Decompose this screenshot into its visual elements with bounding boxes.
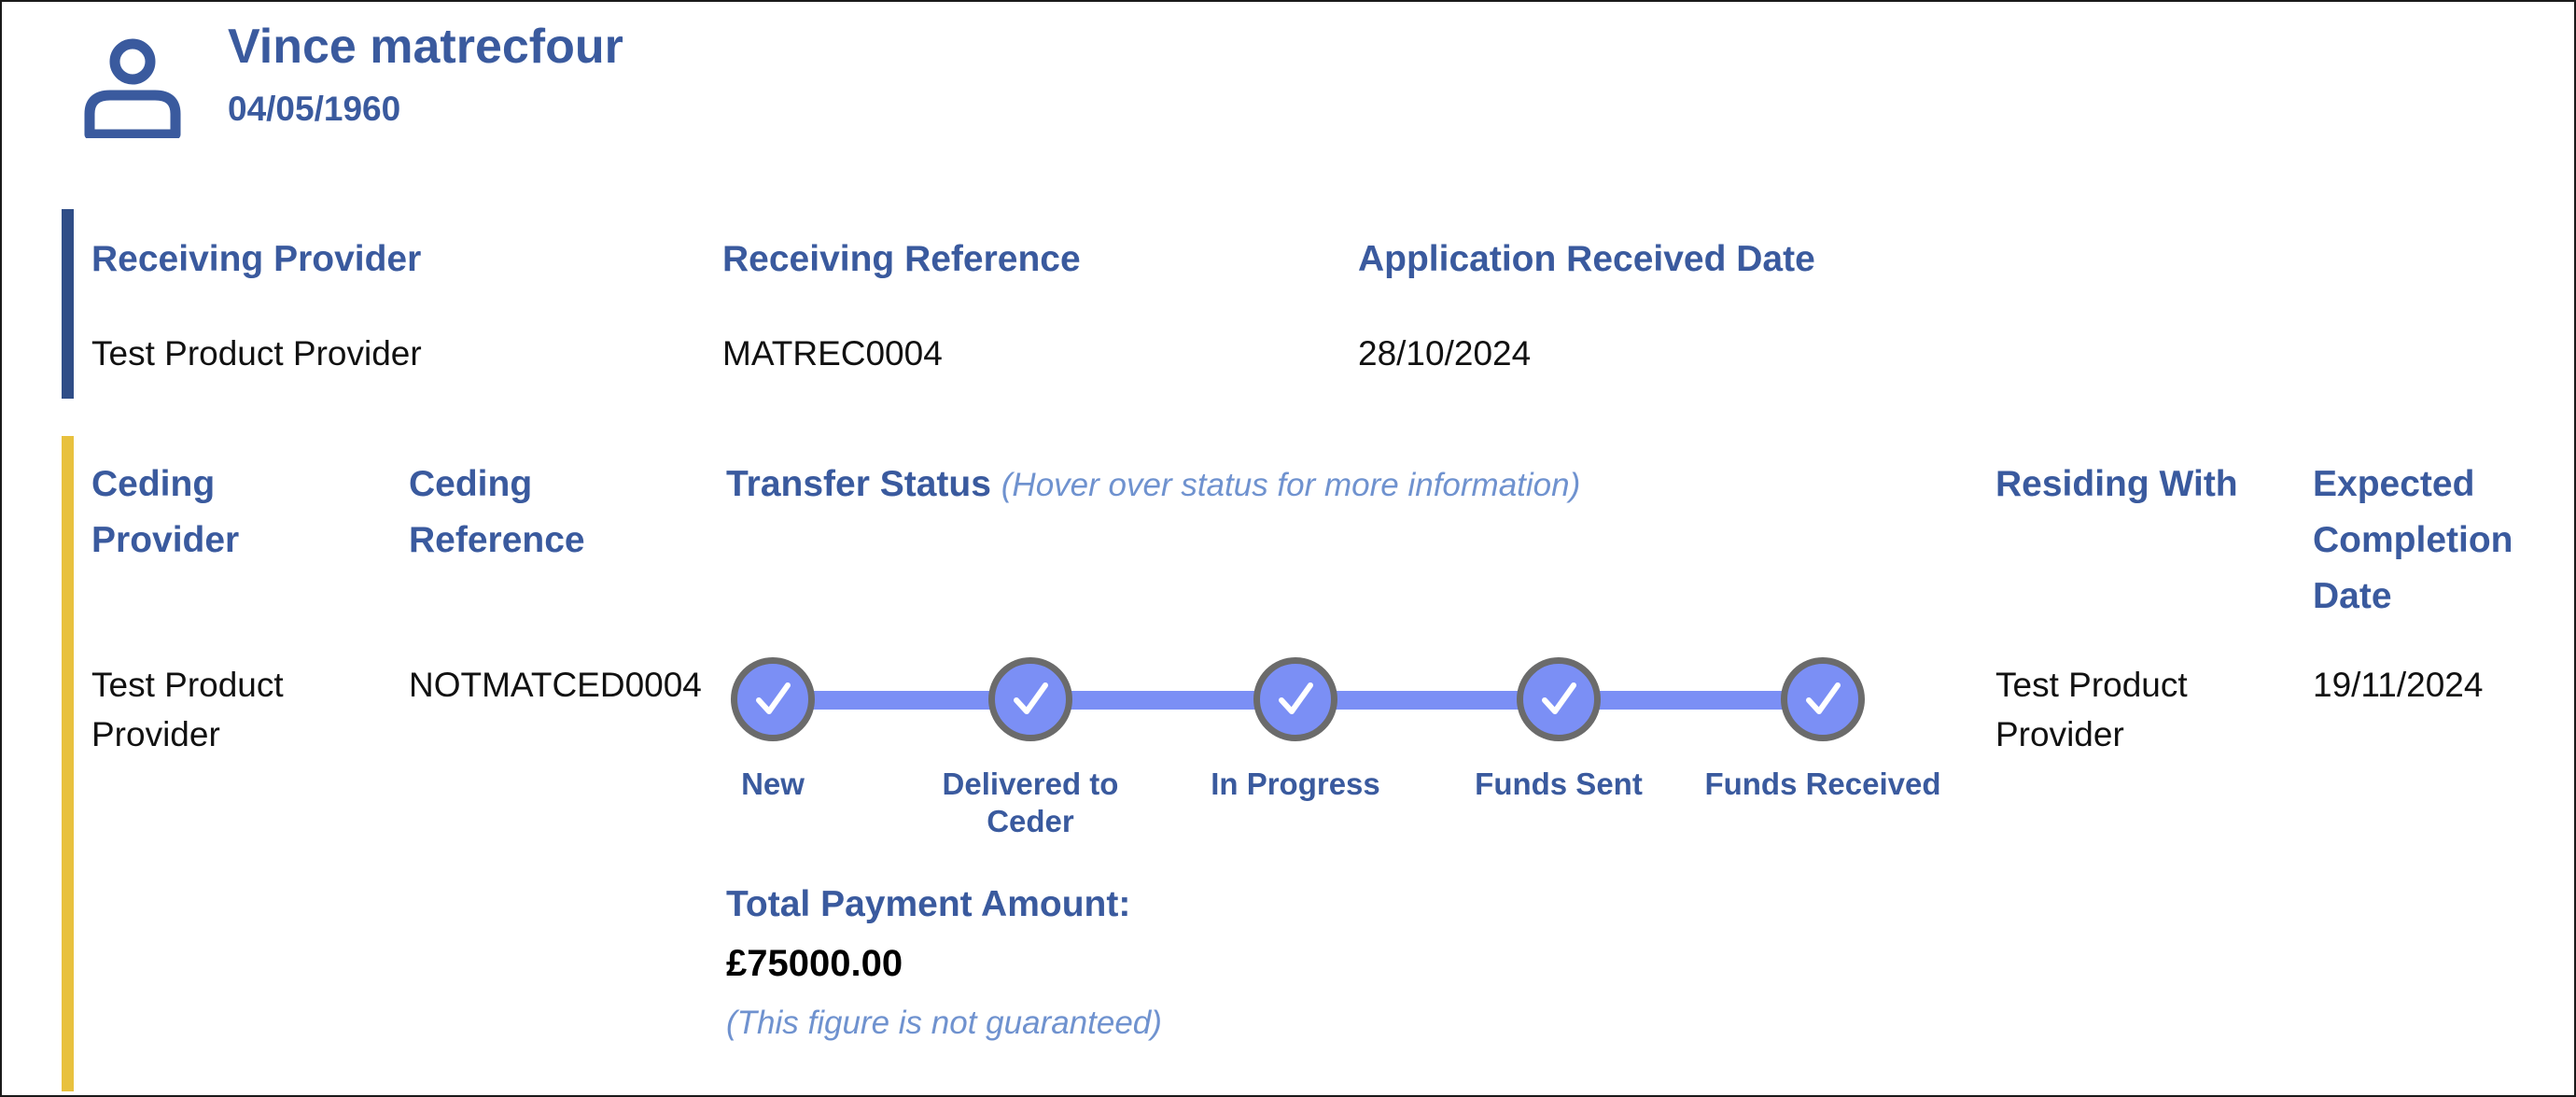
application-received-date-label: Application Received Date (1358, 239, 1815, 279)
status-step-label: Funds Sent (1475, 766, 1643, 801)
status-step-label: In Progress (1211, 766, 1380, 801)
ceding-reference-label: Ceding Reference (409, 464, 585, 560)
residing-with-value: Test Product Provider (1995, 666, 2188, 753)
ceding-reference-value: NOTMATCED0004 (409, 666, 702, 704)
check-icon[interactable] (1517, 657, 1601, 741)
expected-completion-date-label: Expected Completion Date (2313, 464, 2513, 616)
ceding-provider-value: Test Product Provider (91, 666, 284, 753)
receiving-accent-bar (62, 209, 74, 399)
application-received-date-value: 28/10/2024 (1358, 334, 1532, 373)
receiving-provider-label: Receiving Provider (91, 239, 422, 279)
check-icon[interactable] (988, 657, 1072, 741)
status-step-label: New (741, 766, 805, 801)
receiving-reference-label: Receiving Reference (722, 239, 1081, 279)
ceding-accent-bar (62, 436, 74, 1091)
customer-dob: 04/05/1960 (228, 90, 401, 128)
transfer-status-hint: (Hover over status for more information) (1001, 467, 1581, 503)
receiving-reference-value: MATREC0004 (722, 334, 943, 373)
person-icon (80, 34, 185, 140)
check-icon[interactable] (731, 657, 815, 741)
total-payment-label: Total Payment Amount: (726, 884, 1131, 924)
status-step-label: Delivered to Ceder (942, 766, 1119, 838)
status-step-label: Funds Received (1704, 766, 1941, 801)
customer-name: Vince matrecfour (228, 20, 623, 74)
expected-completion-date-value: 19/11/2024 (2313, 666, 2484, 704)
receiving-provider-value: Test Product Provider (91, 334, 422, 373)
transfer-status-stepper: New Delivered to Ceder In Progress Funds… (726, 655, 1941, 851)
transfer-card: Vince matrecfour 04/05/1960 Receiving Pr… (0, 0, 2576, 1097)
total-payment-value: £75000.00 (726, 943, 903, 984)
check-icon[interactable] (1253, 657, 1337, 741)
ceding-provider-label: Ceding Provider (91, 464, 240, 560)
check-icon[interactable] (1781, 657, 1865, 741)
transfer-status-label: Transfer Status (726, 464, 991, 504)
residing-with-label: Residing With (1995, 464, 2238, 504)
payment-disclaimer: (This figure is not guaranteed) (726, 1005, 1162, 1041)
transfer-status-heading: Transfer Status (Hover over status for m… (726, 457, 1580, 513)
